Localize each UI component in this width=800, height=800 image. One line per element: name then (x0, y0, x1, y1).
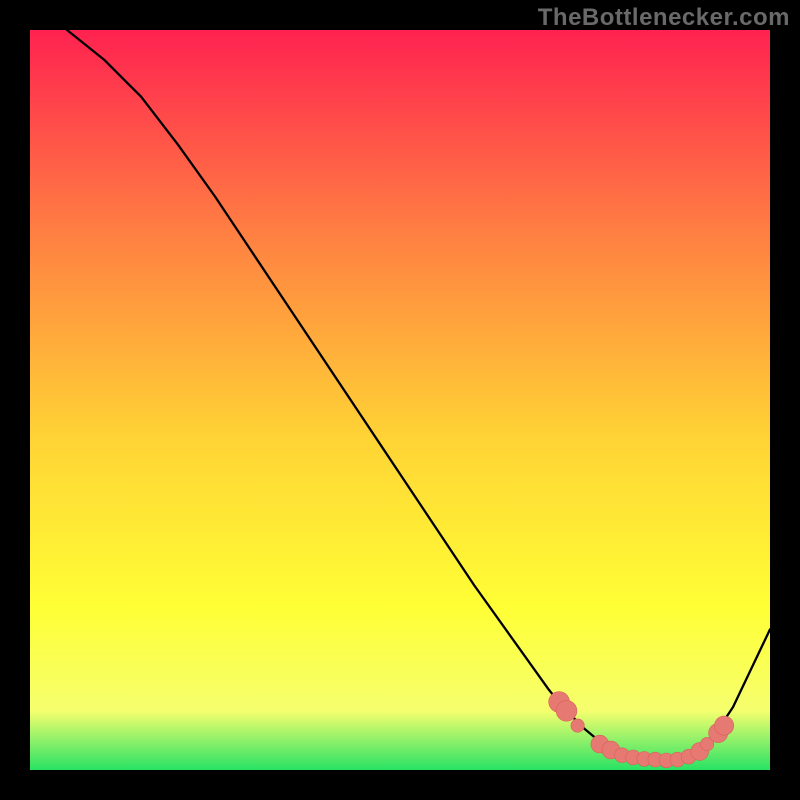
plot-area (30, 30, 770, 770)
chart-frame: TheBottlenecker.com (0, 0, 800, 800)
data-marker (715, 716, 734, 735)
plot-background (30, 30, 770, 770)
chart-svg (30, 30, 770, 770)
data-marker (571, 719, 584, 732)
data-marker (556, 700, 577, 721)
attribution-label: TheBottlenecker.com (538, 4, 790, 32)
